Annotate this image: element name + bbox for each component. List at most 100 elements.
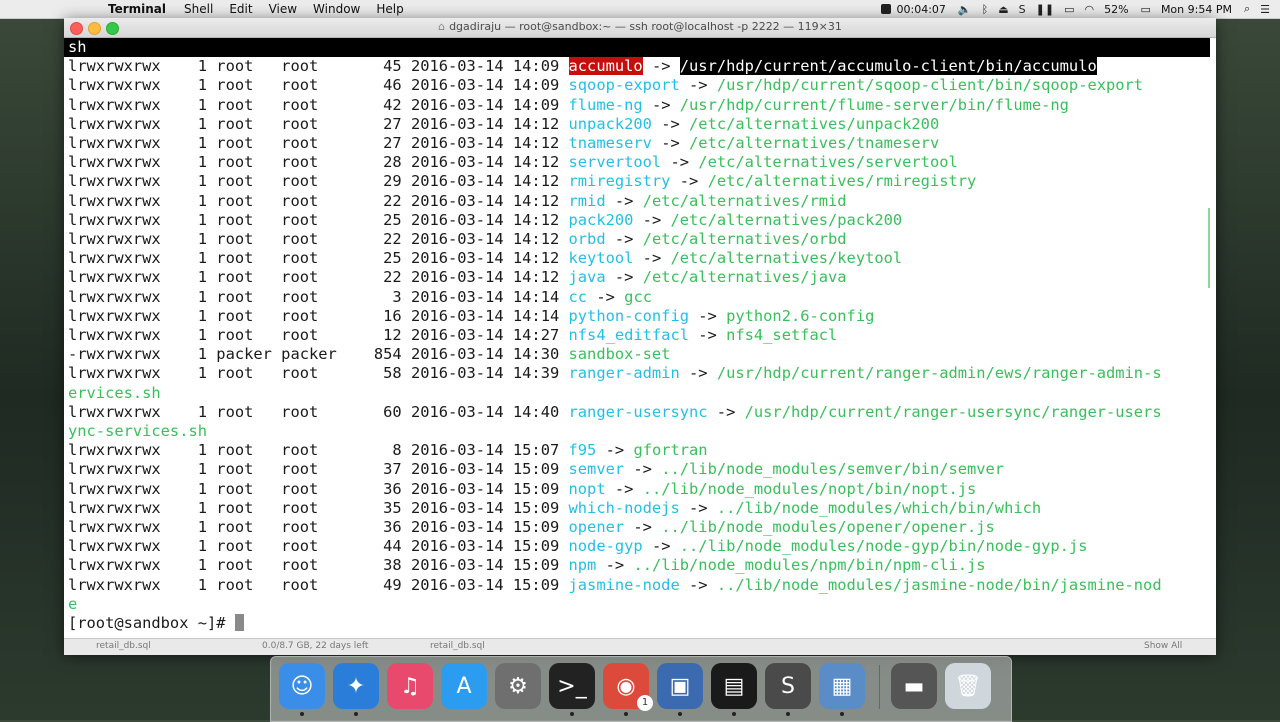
dock-trash-icon[interactable]: 🗑: [945, 663, 991, 709]
menu-window[interactable]: Window: [313, 2, 360, 16]
menu-shell[interactable]: Shell: [184, 2, 213, 16]
group: root: [281, 191, 337, 210]
wifi-icon[interactable]: ◠: [1084, 3, 1094, 16]
owner: root: [216, 268, 282, 287]
symlink-target-wrap: e: [68, 594, 78, 613]
time: 14:12: [512, 268, 560, 287]
symlink-target: gfortran: [633, 441, 708, 460]
permissions: lrwxrwxrwx: [68, 153, 198, 172]
show-all-button[interactable]: Show All: [1144, 641, 1182, 651]
permissions: lrwxrwxrwx: [68, 268, 198, 287]
dock-safari-icon[interactable]: ✦: [333, 663, 379, 716]
ls-row: lrwxrwxrwx 1 root root 27 2016-03-14 14:…: [68, 115, 939, 134]
file-name: java: [568, 268, 606, 287]
menu-view[interactable]: View: [269, 2, 297, 16]
owner: root: [216, 153, 282, 172]
owner: root: [216, 57, 282, 76]
drive-icon[interactable]: ⏏: [998, 3, 1008, 16]
menu-terminal[interactable]: Terminal: [108, 2, 166, 16]
file-size: 27: [336, 134, 402, 152]
notification-center-icon[interactable]: ☰: [1260, 3, 1270, 16]
dock-system-preferences-icon[interactable]: ⚙: [495, 663, 541, 709]
symlink-target: /etc/alternatives/rmid: [642, 191, 847, 210]
symlink-target: ../lib/node_modules/npm/bin/npm-cli.js: [633, 556, 986, 575]
dock-itunes-icon[interactable]: ♫: [387, 663, 433, 709]
dock-finder-icon[interactable]: ☺: [279, 663, 325, 716]
dock-sublime-text-icon[interactable]: S: [765, 663, 811, 716]
file-size: 46: [336, 76, 402, 95]
photo-booth-glyph: ▤: [723, 673, 745, 699]
menu-help[interactable]: Help: [376, 2, 403, 16]
terminal-output[interactable]: sh lrwxrwxrwx 1 root root 45 2016-03-14 …: [64, 38, 1216, 638]
file-name: f95: [568, 441, 597, 460]
date: 2016-03-14: [410, 287, 504, 306]
symlink-arrow: ->: [689, 76, 708, 95]
record-stop-icon[interactable]: [880, 4, 891, 14]
permissions: lrwxrwxrwx: [68, 575, 198, 594]
prompt-line[interactable]: [root@sandbox ~]#: [68, 614, 244, 633]
file-size: 38: [336, 556, 402, 575]
file-name: opener: [568, 518, 625, 536]
file-size: 29: [336, 172, 402, 191]
running-indicator: [624, 712, 628, 716]
date: 2016-03-14: [410, 306, 504, 325]
group: root: [281, 364, 337, 383]
running-indicator: [840, 712, 844, 716]
date: 2016-03-14: [410, 498, 504, 517]
date: 2016-03-14: [410, 441, 504, 460]
file-size: 16: [336, 306, 402, 325]
date: 2016-03-14: [410, 479, 504, 498]
symlink-arrow: ->: [651, 537, 671, 556]
symlink-target: /usr/hdp/current/sqoop-client/bin/sqoop-…: [716, 76, 1144, 95]
link-count: 1: [197, 134, 208, 152]
spotlight-icon[interactable]: ⌕: [1244, 2, 1250, 16]
symlink-arrow: ->: [614, 230, 634, 248]
owner: root: [216, 306, 282, 325]
dock-preview-icon[interactable]: ▦: [819, 663, 865, 716]
dock-photo-booth-icon[interactable]: ▤: [711, 663, 757, 716]
link-count: 1: [197, 364, 208, 383]
clock[interactable]: Mon 9:54 PM: [1161, 3, 1232, 16]
file-name: rmiregistry: [568, 172, 671, 191]
menu-edit[interactable]: Edit: [229, 2, 252, 16]
itunes-glyph: ♫: [400, 673, 420, 699]
dock-app-store-icon[interactable]: A: [441, 663, 487, 709]
dock-virtualbox-icon[interactable]: ▣: [657, 663, 703, 716]
skype-icon[interactable]: S: [1019, 3, 1026, 16]
virtualbox-glyph: ▣: [669, 673, 691, 699]
dock-chrome-icon[interactable]: ◉ 1: [603, 663, 653, 716]
ls-row: lrwxrwxrwx 1 root root 22 2016-03-14 14:…: [68, 230, 847, 249]
date: 2016-03-14: [410, 95, 504, 114]
mirroring-icon[interactable]: ▭: [1064, 3, 1074, 16]
bluetooth-icon[interactable]: ᛒ: [982, 3, 989, 16]
dock-terminal-icon[interactable]: >_: [549, 663, 595, 716]
file-name: flume-ng: [568, 95, 643, 114]
battery-icon[interactable]: ▭: [1141, 3, 1151, 16]
group: root: [281, 230, 337, 248]
symlink-target: ../lib/node_modules/semver/bin/semver: [661, 460, 1005, 479]
time: 14:12: [512, 191, 560, 210]
symlink-arrow: ->: [605, 556, 625, 575]
volume-icon[interactable]: 🔈: [958, 3, 972, 16]
background-window-strip: retail_db.sql 0.0/8.7 GB, 22 days left r…: [64, 638, 1216, 655]
symlink-target-wrap: ync-services.sh: [68, 422, 207, 440]
time: 14:09: [512, 95, 560, 114]
permissions: lrwxrwxrwx: [68, 518, 198, 536]
file-size: 44: [336, 537, 402, 556]
time: 14:12: [512, 114, 560, 133]
group: root: [281, 95, 337, 114]
time: 15:09: [512, 556, 560, 575]
title-bar[interactable]: ⌂ dgadiraju — root@sandbox:~ — ssh root@l…: [64, 18, 1216, 38]
permissions: lrwxrwxrwx: [68, 114, 198, 133]
link-count: 1: [197, 210, 208, 229]
dock-device-icon[interactable]: ▬: [891, 663, 937, 709]
permissions: lrwxrwxrwx: [68, 441, 198, 460]
symlink-arrow: ->: [642, 210, 662, 229]
group: root: [281, 556, 337, 575]
pause-icon[interactable]: ❚❚: [1036, 3, 1054, 16]
owner: root: [216, 364, 282, 383]
time: 14:14: [512, 287, 560, 306]
ls-row: lrwxrwxrwx 1 root root 60 2016-03-14 14:…: [68, 403, 1162, 422]
group: root: [281, 172, 337, 191]
date: 2016-03-14: [410, 172, 504, 191]
